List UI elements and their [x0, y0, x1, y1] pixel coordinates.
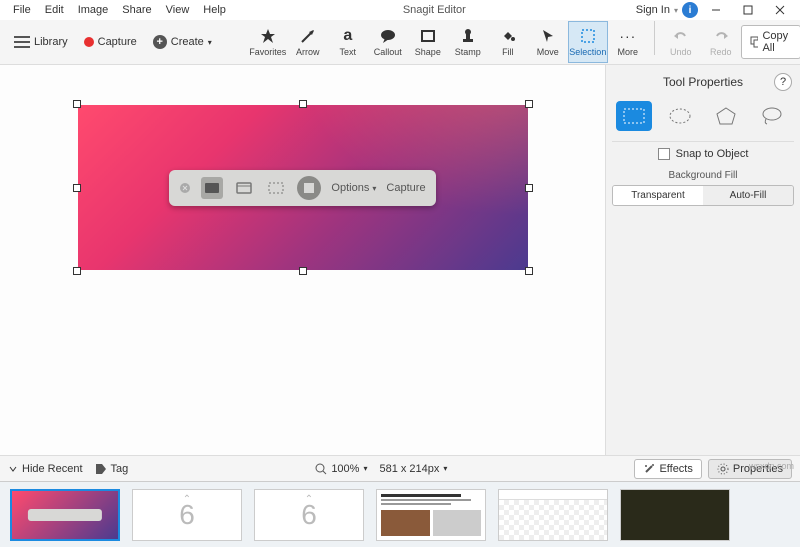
thumbnail-1[interactable] [10, 489, 120, 541]
toolbar: Library Capture + Create ▾ Favorites Arr… [0, 20, 800, 65]
resize-handle-mr[interactable] [525, 184, 533, 192]
selection-icon [579, 27, 597, 45]
tag-icon [95, 463, 107, 475]
menu-share[interactable]: Share [115, 2, 158, 18]
create-button[interactable]: + Create ▾ [147, 31, 218, 53]
resize-handle-ml[interactable] [73, 184, 81, 192]
redo-button[interactable]: Redo [701, 21, 741, 63]
capture-fullscreen-icon [201, 177, 223, 199]
search-icon [315, 463, 327, 475]
maximize-button[interactable] [734, 1, 762, 19]
selection-shape-polygon[interactable] [708, 101, 744, 131]
stamp-icon [459, 27, 477, 45]
capture-record-icon [297, 176, 321, 200]
bg-fill-auto[interactable]: Auto-Fill [703, 186, 793, 205]
gear-icon [717, 463, 729, 475]
bg-fill-transparent[interactable]: Transparent [613, 186, 703, 205]
close-button[interactable] [766, 1, 794, 19]
effects-button[interactable]: Effects [634, 459, 701, 479]
shape-icon [419, 27, 437, 45]
resize-handle-br[interactable] [525, 267, 533, 275]
menu-file[interactable]: File [6, 2, 38, 18]
thumbnail-5[interactable] [498, 489, 608, 541]
move-icon [539, 27, 557, 45]
resize-handle-bm[interactable] [299, 267, 307, 275]
close-small-icon [179, 182, 191, 194]
hamburger-icon [14, 36, 30, 48]
tool-stamp[interactable]: Stamp [448, 21, 488, 63]
thumbnail-6[interactable] [620, 489, 730, 541]
menu-image[interactable]: Image [71, 2, 116, 18]
tool-more[interactable]: ··· More [608, 21, 648, 63]
thumbnail-2[interactable]: ⌃6 [132, 489, 242, 541]
status-bar: Hide Recent Tag 100% ▾ 581 x 214px ▾ Eff… [0, 455, 800, 481]
copy-all-button[interactable]: Copy All [741, 25, 800, 59]
tool-fill[interactable]: Fill [488, 21, 528, 63]
undo-icon [672, 27, 690, 45]
watermark: wsxdn.com [749, 461, 794, 471]
resize-handle-tm[interactable] [299, 100, 307, 108]
window-title: Snagit Editor [233, 4, 636, 16]
background-fill-label: Background Fill [612, 166, 794, 185]
image-content: Options ▾ Capture [78, 105, 528, 270]
tool-selection[interactable]: Selection [568, 21, 608, 63]
tool-text[interactable]: a Text [328, 21, 368, 63]
thumbnail-tray: ⌃6 ⌃6 [0, 481, 800, 547]
selected-image[interactable]: Options ▾ Capture [78, 105, 528, 270]
tool-move[interactable]: Move [528, 21, 568, 63]
resize-handle-tr[interactable] [525, 100, 533, 108]
redo-icon [712, 27, 730, 45]
resize-handle-bl[interactable] [73, 267, 81, 275]
minimize-button[interactable] [702, 1, 730, 19]
dimensions-display[interactable]: 581 x 214px ▾ [379, 463, 447, 475]
snap-to-object-checkbox[interactable] [658, 148, 670, 160]
text-icon: a [339, 27, 357, 45]
tool-favorites[interactable]: Favorites [248, 21, 288, 63]
chevron-down-icon [8, 464, 18, 474]
library-button[interactable]: Library [8, 32, 74, 52]
selection-shape-ellipse[interactable] [662, 101, 698, 131]
capture-options-label: Options ▾ [331, 182, 376, 194]
sign-in-link[interactable]: Sign In [636, 4, 670, 16]
selection-shape-lasso[interactable] [754, 101, 790, 131]
snagit-capture-widget: Options ▾ Capture [169, 170, 435, 206]
record-icon [84, 37, 94, 47]
thumbnail-4[interactable] [376, 489, 486, 541]
plus-icon: + [153, 35, 167, 49]
star-icon [259, 27, 277, 45]
fill-icon [499, 27, 517, 45]
menu-help[interactable]: Help [196, 2, 233, 18]
undo-button[interactable]: Undo [661, 21, 701, 63]
thumbnail-3[interactable]: ⌃6 [254, 489, 364, 541]
menu-edit[interactable]: Edit [38, 2, 71, 18]
capture-window-icon [233, 177, 255, 199]
resize-handle-tl[interactable] [73, 100, 81, 108]
capture-region-icon [265, 177, 287, 199]
menu-view[interactable]: View [159, 2, 197, 18]
zoom-control[interactable]: 100% ▾ [315, 463, 367, 475]
properties-panel: Tool Properties ? Snap to Object Backgro… [605, 65, 800, 455]
capture-trigger-label: Capture [386, 182, 425, 194]
arrow-icon [299, 27, 317, 45]
menu-bar: File Edit Image Share View Help Snagit E… [0, 0, 800, 20]
hide-recent-button[interactable]: Hide Recent [8, 463, 83, 475]
callout-icon [379, 27, 397, 45]
snap-to-object-label: Snap to Object [676, 148, 749, 160]
selection-shape-rect[interactable] [616, 101, 652, 131]
canvas[interactable]: Options ▾ Capture [0, 65, 605, 455]
user-avatar[interactable]: i [682, 2, 698, 18]
wand-icon [643, 463, 655, 475]
copy-icon [750, 36, 759, 48]
help-button[interactable]: ? [774, 73, 792, 91]
capture-button[interactable]: Capture [78, 32, 143, 52]
properties-title: Tool Properties [663, 75, 743, 89]
tool-arrow[interactable]: Arrow [288, 21, 328, 63]
more-icon: ··· [619, 27, 637, 45]
tool-shape[interactable]: Shape [408, 21, 448, 63]
tool-callout[interactable]: Callout [368, 21, 408, 63]
tag-button[interactable]: Tag [95, 463, 129, 475]
background-fill-segmented: Transparent Auto-Fill [612, 185, 794, 206]
